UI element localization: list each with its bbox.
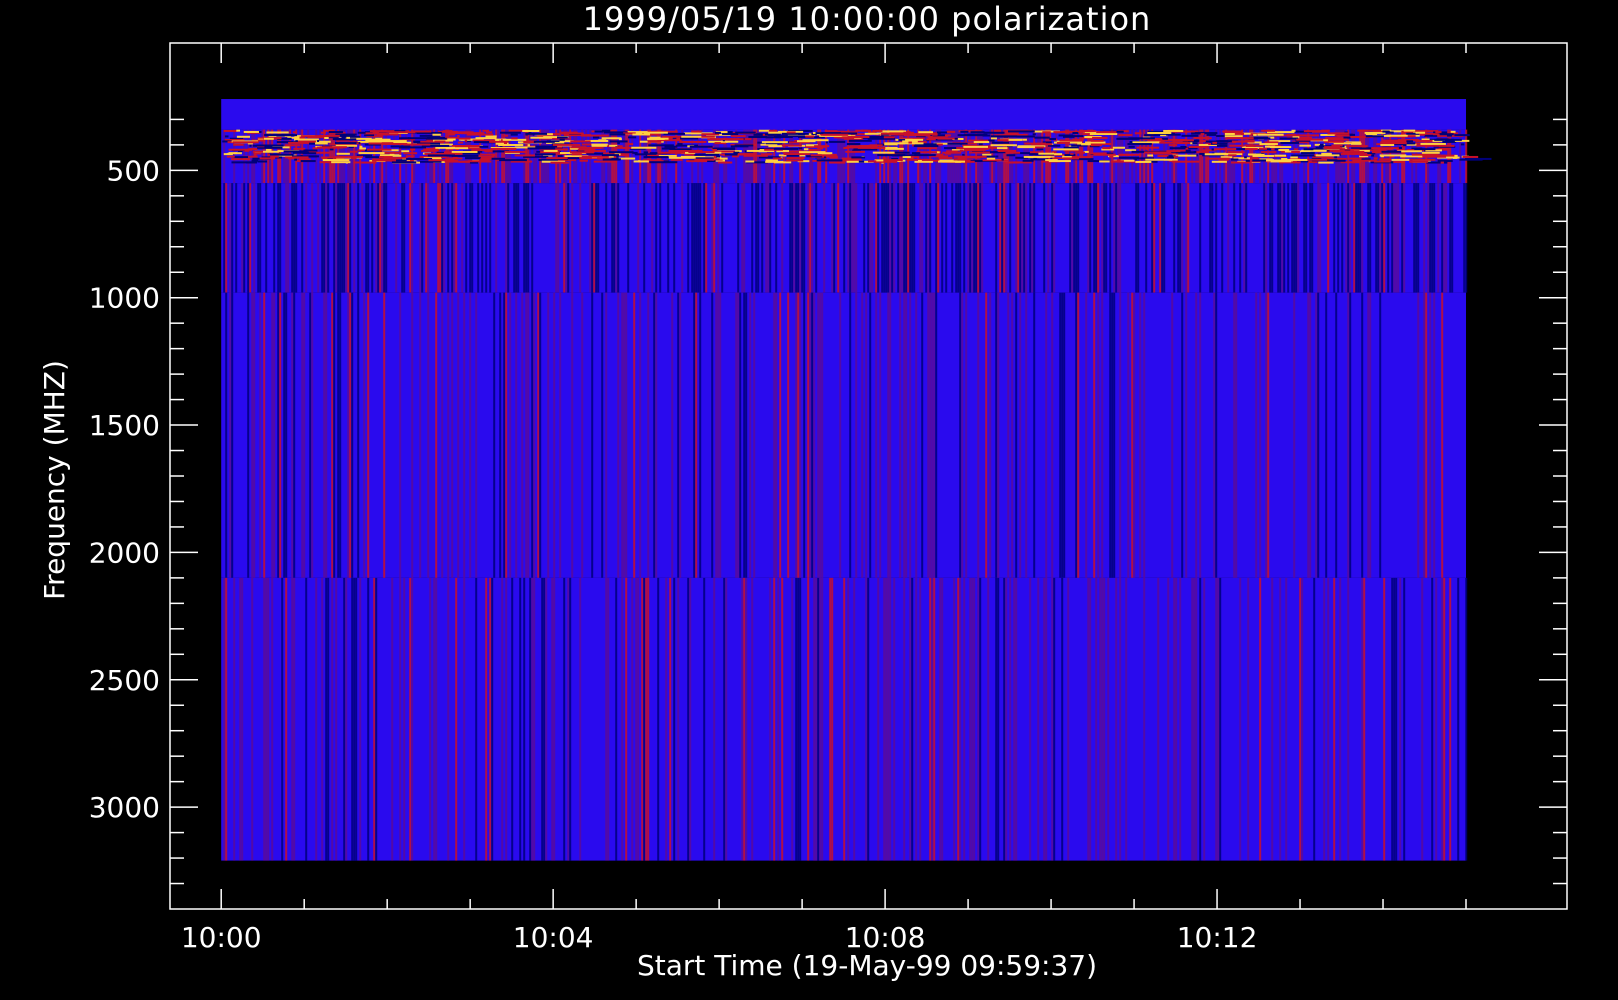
y-tick-label: 1500 [89,409,160,442]
heatmap-band [221,99,1467,130]
x-tick-label: 10:00 [181,921,262,954]
x-axis-title: Start Time (19-May-99 09:59:37) [637,949,1097,982]
spectrogram-figure: 1999/05/19 10:00:00 polarization 10:00 10… [0,0,1618,1000]
y-tick-label: 3000 [89,791,160,824]
heatmap-band [221,577,1468,861]
x-tick-label: 10:04 [513,921,594,954]
spectrogram-chart: 1999/05/19 10:00:00 polarization 10:00 10… [38,0,1568,982]
chart-title: 1999/05/19 10:00:00 polarization [583,0,1152,38]
y-tick-label: 500 [107,154,160,187]
y-axis-title: Frequency (MHZ) [38,360,71,600]
heatmap-band [221,129,1492,184]
x-tick-label: 10:12 [1177,921,1258,954]
heatmap-image [221,99,1492,861]
heatmap-band [221,183,1468,293]
y-tick-label: 2500 [89,664,160,697]
heatmap-band [221,292,1467,578]
y-tick-label: 1000 [89,282,160,315]
y-tick-label: 2000 [89,536,160,569]
